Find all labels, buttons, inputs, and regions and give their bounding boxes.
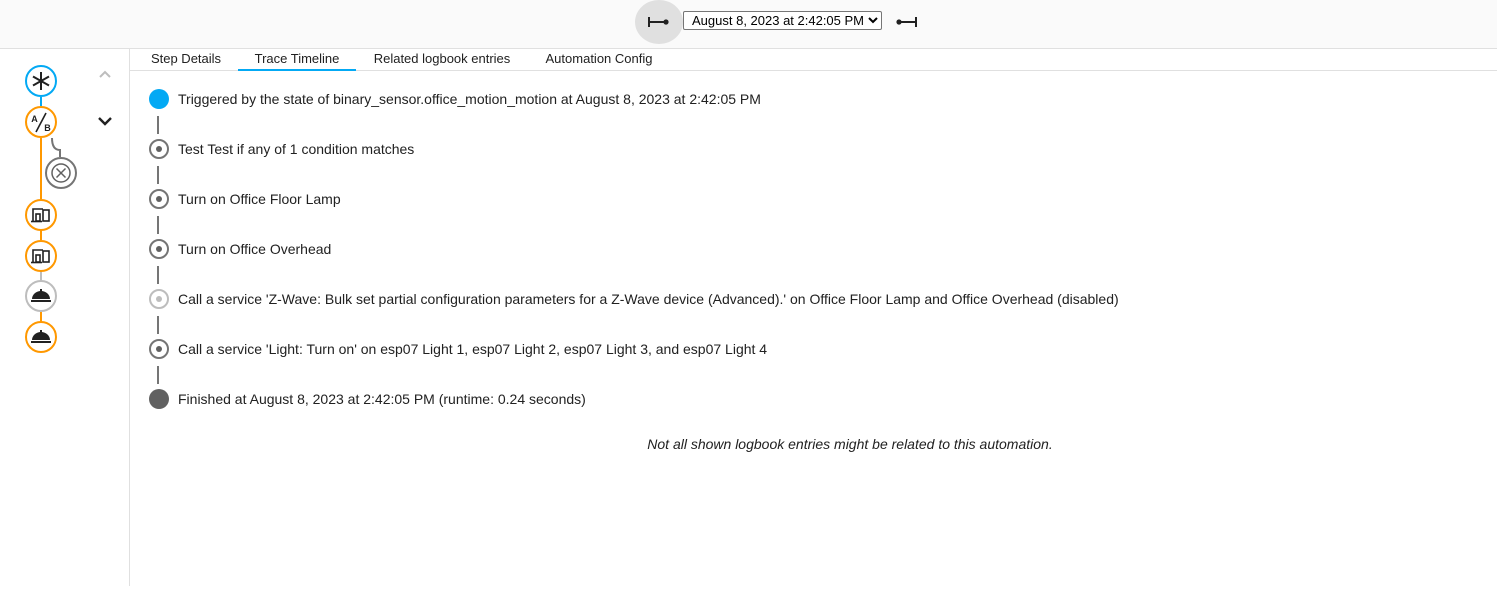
expand-button[interactable] — [98, 117, 112, 126]
choose-node[interactable]: A B — [25, 106, 57, 138]
disabled-step-circle-icon — [149, 289, 169, 309]
service-node[interactable] — [25, 321, 57, 353]
timeline-entry-text: Finished at August 8, 2023 at 2:42:05 PM… — [178, 391, 586, 407]
step-circle-icon — [149, 189, 169, 209]
chevron-down-icon — [98, 117, 112, 126]
step-circle-icon — [149, 339, 169, 359]
service-node-disabled[interactable] — [25, 280, 57, 312]
tab-automation-config[interactable]: Automation Config — [538, 49, 660, 71]
arrow-right-bar-icon — [896, 17, 917, 27]
timeline-entry-text: Call a service 'Z-Wave: Bulk set partial… — [178, 291, 1119, 307]
timeline-entry-step: Turn on Office Overhead — [148, 238, 331, 260]
trace-select[interactable]: August 8, 2023 at 2:42:05 PM — [683, 11, 882, 30]
collapse-button[interactable] — [99, 70, 111, 78]
timeline-connector — [157, 116, 159, 134]
timeline-entry-step: Turn on Office Floor Lamp — [148, 188, 341, 210]
timeline-connector — [157, 316, 159, 334]
svg-text:A: A — [31, 114, 38, 124]
timeline-entry-disabled: Call a service 'Z-Wave: Bulk set partial… — [148, 288, 1119, 310]
step-circle-icon — [149, 239, 169, 259]
timeline-entry-text: Turn on Office Floor Lamp — [178, 191, 341, 207]
timeline-connector — [157, 366, 159, 384]
timeline-entry-step: Test Test if any of 1 condition matches — [148, 138, 414, 160]
logbook-disclaimer: Not all shown logbook entries might be r… — [647, 436, 1053, 452]
tab-trace-timeline[interactable]: Trace Timeline — [238, 49, 356, 71]
timeline-connector — [157, 166, 159, 184]
timeline-entry-finished: Finished at August 8, 2023 at 2:42:05 PM… — [148, 388, 586, 410]
timeline-entry-text: Triggered by the state of binary_sensor.… — [178, 91, 761, 107]
svg-text:B: B — [44, 123, 51, 133]
chevron-up-icon — [99, 70, 111, 78]
condition-not-taken-node[interactable] — [45, 157, 77, 189]
trigger-node[interactable] — [25, 65, 57, 97]
timeline-connector — [157, 266, 159, 284]
tab-related-logbook-entries[interactable]: Related logbook entries — [366, 49, 518, 71]
arrow-left-bar-icon — [648, 17, 669, 27]
timeline-entry-text: Turn on Office Overhead — [178, 241, 332, 257]
trigger-dot-icon — [149, 89, 169, 109]
tab-step-details[interactable]: Step Details — [142, 49, 230, 71]
previous-trace-button[interactable] — [635, 0, 683, 44]
trace-toolbar: August 8, 2023 at 2:42:05 PM — [0, 0, 1497, 49]
timeline-entry-text: Call a service 'Light: Turn on' on esp07… — [178, 341, 768, 357]
trace-graph-panel: A B — [0, 49, 130, 586]
step-circle-icon — [149, 139, 169, 159]
timeline-connector — [157, 216, 159, 234]
next-trace-button[interactable] — [882, 0, 930, 44]
timeline-entry-step: Call a service 'Light: Turn on' on esp07… — [148, 338, 767, 360]
timeline-entry-trigger: Triggered by the state of binary_sensor.… — [148, 88, 761, 110]
device-node-1[interactable] — [25, 199, 57, 231]
trace-tabs: Step Details Trace Timeline Related logb… — [130, 49, 1497, 71]
finished-dot-icon — [149, 389, 169, 409]
timeline-entry-text: Test Test if any of 1 condition matches — [178, 141, 415, 157]
device-node-2[interactable] — [25, 240, 57, 272]
trace-graph: A B — [25, 65, 112, 353]
